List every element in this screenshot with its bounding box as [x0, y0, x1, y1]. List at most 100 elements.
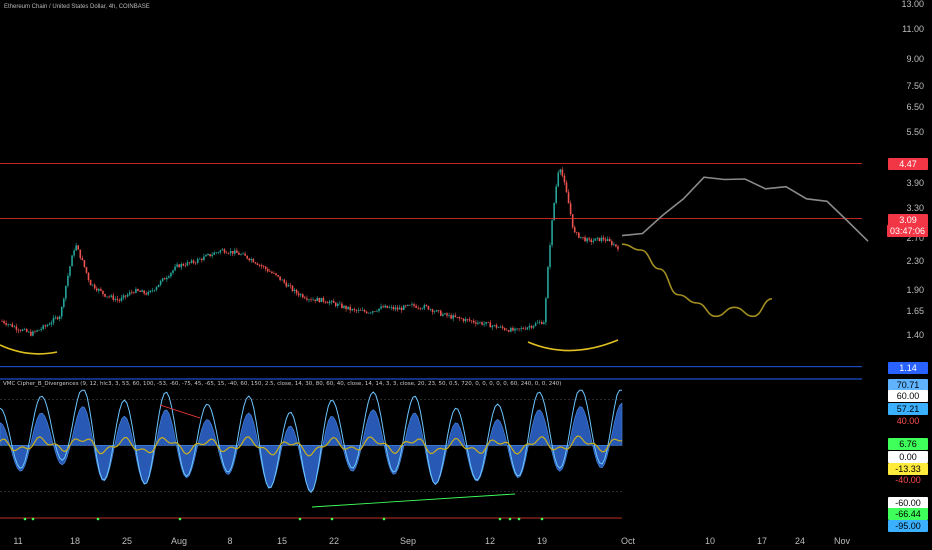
candle-body: [580, 236, 582, 238]
candle-body: [481, 322, 483, 325]
candle-body: [279, 276, 281, 281]
candle-body: [242, 253, 244, 255]
candle-body: [182, 263, 185, 266]
candle-body: [273, 273, 275, 274]
candle-body: [231, 251, 234, 254]
candle-body: [234, 250, 236, 254]
candle-body: [236, 250, 238, 253]
candle-body: [528, 326, 531, 328]
price-tick-label: 7.50: [906, 80, 924, 91]
candle-body: [219, 250, 222, 253]
price-tick-label: 3.90: [906, 177, 924, 188]
candle-body: [48, 324, 51, 326]
candle-body: [166, 277, 168, 280]
candle-body: [489, 322, 492, 328]
candle-body: [19, 330, 22, 331]
candle-body: [161, 278, 164, 281]
candle-body: [122, 295, 125, 298]
candle-body: [479, 322, 481, 323]
candle-body: [95, 288, 98, 291]
candle-body: [501, 326, 504, 329]
candle-body: [409, 304, 411, 306]
candle-body: [227, 253, 230, 254]
candle-body: [258, 264, 261, 266]
candle-body: [318, 297, 321, 303]
candle-body: [110, 295, 112, 297]
candle-body: [130, 292, 133, 294]
candle-body: [526, 327, 529, 330]
candle-body: [600, 237, 603, 242]
candle-body: [390, 306, 393, 308]
price-tick-label: 9.00: [906, 53, 924, 64]
price-tag-current: 3.09: [888, 213, 928, 226]
candle-body: [372, 311, 374, 313]
candle-body: [285, 282, 288, 287]
candle-body: [602, 237, 605, 240]
candle-body: [52, 317, 55, 323]
candle-body: [79, 249, 82, 259]
candle-body: [608, 239, 611, 242]
candle-body: [425, 305, 428, 307]
candle-body: [450, 315, 452, 319]
oscillator-tag: 60.00: [888, 390, 928, 402]
candle-body: [120, 297, 123, 301]
candle-body: [238, 252, 240, 255]
candle-body: [1, 321, 3, 322]
signal-dot: [96, 517, 100, 521]
candle-body: [588, 238, 590, 240]
time-tick-label: 24: [794, 536, 806, 546]
candle-body: [254, 262, 257, 264]
candle-body: [530, 326, 533, 328]
candle-body: [186, 262, 189, 266]
candle-body: [304, 297, 306, 299]
candle-body: [213, 252, 216, 255]
candle-body: [25, 329, 28, 332]
candle-body: [369, 312, 372, 314]
candle-body: [596, 237, 599, 239]
candle-body: [316, 297, 319, 302]
candle-body: [454, 315, 457, 318]
candle-body: [328, 301, 331, 304]
candle-body: [458, 317, 461, 319]
candle-body: [510, 327, 512, 332]
candle-body: [433, 311, 436, 313]
oscillator-tag: 0.00: [888, 451, 928, 463]
candle-body: [477, 322, 479, 324]
candle-body: [266, 268, 269, 272]
candle-body: [578, 232, 580, 238]
candle-body: [320, 297, 323, 303]
candle-body: [400, 307, 403, 310]
candle-body: [63, 298, 65, 307]
price-tick-label: 13.00: [901, 0, 924, 9]
candle-body: [392, 306, 395, 310]
chart-title: Ethereum Chain / United States Dollar, 4…: [4, 4, 150, 10]
candle-body: [149, 290, 152, 293]
candle-body: [472, 320, 475, 323]
trading-chart[interactable]: [0, 0, 932, 550]
candle-body: [264, 266, 267, 269]
candle-body: [563, 175, 566, 183]
price-tick-label: 3.30: [906, 202, 924, 213]
candle-body: [421, 308, 424, 310]
candle-body: [435, 310, 438, 312]
candle-body: [402, 305, 405, 310]
candle-body: [32, 331, 34, 336]
candle-body: [133, 292, 135, 294]
candle-body: [106, 296, 108, 298]
candle-body: [116, 298, 119, 300]
candle-body: [56, 317, 59, 319]
candle-body: [262, 266, 265, 267]
candle-body: [190, 260, 193, 263]
candle-body: [275, 273, 277, 276]
signal-dot: [540, 517, 544, 521]
candle-body: [192, 260, 195, 263]
candle-body: [301, 294, 304, 298]
candle-body: [98, 288, 100, 291]
oscillator-tag: -40.00: [895, 475, 921, 485]
signal-dot: [178, 517, 182, 521]
candle-body: [349, 306, 351, 311]
candle-body: [536, 322, 539, 324]
oscillator-tag: -66.44: [888, 508, 928, 520]
candle-body: [569, 203, 572, 215]
candle-body: [407, 304, 409, 306]
